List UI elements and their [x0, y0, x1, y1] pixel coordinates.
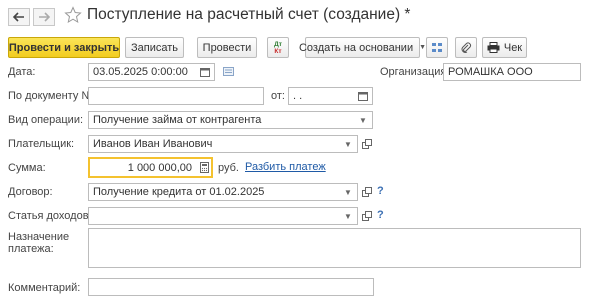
- dropdown-arrow-icon[interactable]: ▼: [340, 208, 356, 224]
- organization-field[interactable]: РОМАШКА ООО: [443, 63, 581, 81]
- calendar-small-icon[interactable]: [223, 67, 234, 76]
- calendar-icon[interactable]: [197, 64, 213, 80]
- operation-type-select[interactable]: Получение займа от контрагента ▼: [88, 111, 373, 129]
- receipt-label: Чек: [503, 41, 523, 54]
- structure-button[interactable]: [426, 37, 448, 58]
- open-contract-button[interactable]: [360, 185, 374, 199]
- calculator-icon[interactable]: [196, 160, 211, 176]
- organization-value: РОМАШКА ООО: [448, 66, 533, 78]
- open-payer-button[interactable]: [360, 137, 374, 151]
- open-income-item-button[interactable]: [360, 209, 374, 223]
- organization-label: Организация:: [380, 66, 450, 78]
- comment-field[interactable]: [88, 278, 374, 296]
- payment-purpose-label-line2: платежа:: [8, 243, 54, 255]
- date-value: 03.05.2025 0:00:00: [93, 66, 188, 78]
- dt-label: Дт: [274, 40, 282, 48]
- save-button[interactable]: Записать: [125, 37, 184, 58]
- from-date-value: . .: [293, 90, 303, 102]
- payer-value: Иванов Иван Иванович: [93, 138, 213, 150]
- kt-label: Кт: [274, 47, 282, 55]
- amount-label: Сумма:: [8, 162, 46, 174]
- payment-purpose-label: Назначение платежа:: [8, 231, 69, 255]
- favorite-star-icon[interactable]: [64, 6, 82, 24]
- dropdown-arrow-icon: ▼: [419, 44, 427, 51]
- dropdown-arrow-icon[interactable]: ▼: [340, 184, 356, 200]
- paperclip-icon: [461, 42, 471, 53]
- payer-field[interactable]: Иванов Иван Иванович ▼: [88, 135, 358, 153]
- split-payment-link[interactable]: Разбить платеж: [245, 161, 326, 173]
- amount-field[interactable]: 1 000 000,00: [88, 157, 213, 178]
- from-date-label: от:: [271, 90, 285, 102]
- operation-type-value: Получение займа от контрагента: [93, 114, 262, 126]
- back-button[interactable]: [8, 8, 30, 26]
- date-field[interactable]: 03.05.2025 0:00:00: [88, 63, 215, 81]
- document-number-label: По документу №:: [8, 90, 97, 102]
- create-based-on-label: Создать на основании: [298, 41, 414, 54]
- post-and-close-button[interactable]: Провести и закрыть: [8, 37, 120, 58]
- forward-button[interactable]: [33, 8, 55, 26]
- open-icon: [362, 211, 372, 221]
- contract-label: Договор:: [8, 186, 53, 198]
- income-item-label: Статья доходов:: [8, 210, 92, 222]
- operation-type-label: Вид операции:: [8, 114, 84, 126]
- date-label: Дата:: [8, 66, 36, 78]
- arrow-left-icon: [13, 12, 24, 22]
- amount-value: 1 000 000,00: [127, 161, 192, 174]
- income-item-field[interactable]: ▼: [88, 207, 358, 225]
- structure-icon: [432, 42, 442, 52]
- open-icon: [362, 187, 372, 197]
- comment-label: Комментарий:: [8, 282, 81, 294]
- dt-kt-button[interactable]: Дт Кт: [267, 37, 289, 58]
- attach-files-button[interactable]: [455, 37, 477, 58]
- create-based-on-button[interactable]: Создать на основании ▼: [299, 37, 426, 58]
- open-icon: [362, 139, 372, 149]
- contract-field[interactable]: Получение кредита от 01.02.2025 ▼: [88, 183, 358, 201]
- payment-purpose-label-line1: Назначение: [8, 231, 70, 243]
- contract-help-icon[interactable]: ?: [377, 185, 384, 197]
- dropdown-arrow-icon[interactable]: ▼: [340, 136, 356, 152]
- currency-label: руб.: [218, 162, 239, 174]
- payer-label: Плательщик:: [8, 138, 75, 150]
- dropdown-arrow-icon[interactable]: ▼: [355, 112, 371, 128]
- receipt-button[interactable]: Чек: [482, 37, 527, 58]
- printer-icon: [487, 42, 500, 53]
- arrow-right-icon: [39, 12, 50, 22]
- document-number-field[interactable]: [88, 87, 264, 105]
- calendar-icon[interactable]: [355, 88, 371, 104]
- from-date-field[interactable]: . .: [288, 87, 373, 105]
- income-item-help-icon[interactable]: ?: [377, 209, 384, 221]
- contract-value: Получение кредита от 01.02.2025: [93, 186, 265, 198]
- page-title: Поступление на расчетный счет (создание)…: [87, 6, 411, 23]
- post-button[interactable]: Провести: [197, 37, 257, 58]
- payment-purpose-textarea[interactable]: [88, 228, 581, 268]
